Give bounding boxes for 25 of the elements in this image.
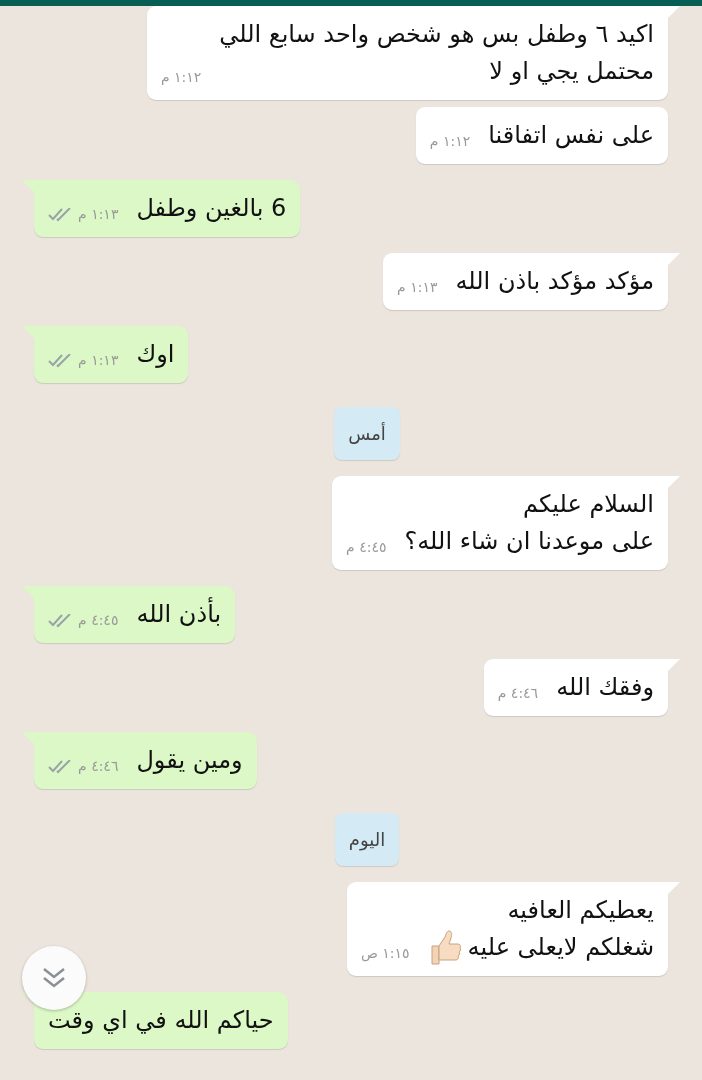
date-chip: أمس <box>334 407 400 460</box>
message-time: ٤:٤٦ م <box>497 684 539 703</box>
message-text: وفقك الله <box>556 672 654 703</box>
scroll-down-button[interactable] <box>22 946 86 1010</box>
message-text: حياكم الله في اي وقت <box>48 1005 274 1036</box>
date-chip: اليوم <box>334 813 400 866</box>
double-chevron-icon <box>41 966 67 990</box>
message-text: اوك <box>136 339 175 370</box>
message-text: يعطيكم العافيه شغلكم لايعلى عليه <box>467 895 654 963</box>
message-text: مؤكد مؤكد باذن الله <box>455 266 654 297</box>
message-time: ٤:٤٦ م <box>78 757 119 776</box>
message-time: ١:١٥ ص <box>360 944 410 964</box>
message-time: ١:١٢ م <box>429 132 471 151</box>
message-time: ٤:٤٥ م <box>78 611 119 630</box>
message-time: ١:١٢ م <box>160 68 202 87</box>
message-text: ومين يقول <box>136 745 243 776</box>
message-text: السلام عليكم على موعدنا ان شاء الله؟ <box>404 489 654 557</box>
message-text: بأذن الله <box>136 596 222 633</box>
message-time: ١:١٣ م <box>397 278 438 297</box>
message-text: 6 بالغين وطفل <box>136 193 287 224</box>
message-time: ١:١٣ م <box>78 205 119 224</box>
message-time: ٤:٤٥ م <box>346 538 387 557</box>
message-text: اكيد ٦ وطفل بس هو شخص واحد سابع اللي محتمل يجي او لا <box>219 19 654 87</box>
message-text: على نفس اتفاقنا <box>488 120 654 151</box>
message-time: ١:١٣ م <box>78 351 119 370</box>
